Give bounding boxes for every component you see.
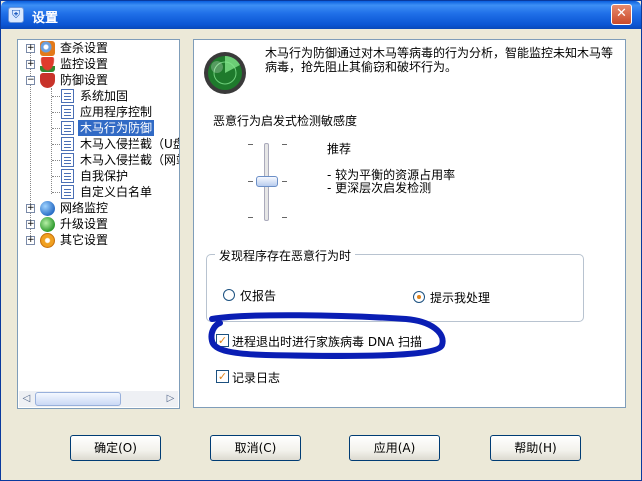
tree-item-trojan-behavior[interactable]: 木马行为防御	[18, 120, 178, 136]
gear-icon	[40, 233, 55, 248]
radar-icon	[204, 52, 246, 94]
tree-item-scan-settings[interactable]: + 查杀设置	[18, 40, 178, 56]
action-groupbox: 发现程序存在恶意行为时 仅报告 提示我处理	[206, 247, 584, 322]
dna-scan-checkbox[interactable]: ✓	[216, 334, 229, 347]
settings-tree: + 查杀设置 + 监控设置 − 防御设置 系统加固 应用程序控制 木马行为防御 …	[17, 39, 180, 409]
report-only-label[interactable]: 仅报告	[240, 287, 276, 304]
expand-icon[interactable]: +	[26, 44, 35, 53]
feature-description: 木马行为防御通过对木马等病毒的行为分析，智能监控未知木马等病毒，抢先阻止其偷窃和…	[265, 46, 614, 74]
document-icon	[61, 105, 74, 119]
slider-tick	[248, 181, 253, 182]
tree-line	[52, 128, 60, 129]
collapse-icon[interactable]: −	[26, 76, 35, 85]
document-icon	[61, 121, 74, 135]
slider-tick	[248, 144, 253, 145]
umbrella-icon	[40, 57, 55, 72]
trojan-behavior-panel: 木马行为防御通过对木马等病毒的行为分析，智能监控未知木马等病毒，抢先阻止其偷窃和…	[193, 39, 626, 408]
tree-item-monitor-settings[interactable]: + 监控设置	[18, 56, 178, 72]
slider-tick	[248, 217, 253, 218]
prompt-me-radio[interactable]	[413, 291, 425, 303]
tree-item-usb-intercept[interactable]: 木马入侵拦截（U盘	[18, 136, 179, 152]
scroll-right-arrow-icon[interactable]: ▷	[163, 391, 178, 407]
scan-icon	[40, 41, 55, 56]
tree-item-network-monitor[interactable]: + 网络监控	[18, 200, 178, 216]
expand-icon[interactable]: +	[26, 220, 35, 229]
title-bar[interactable]: ⛨ 设置 ✕	[1, 1, 641, 29]
sensitivity-level-name: 推荐	[327, 142, 352, 156]
tree-line	[52, 96, 60, 97]
tree-line	[52, 192, 60, 193]
settings-window: ⛨ 设置 ✕ + 查杀设置 + 监控设置 − 防御设置 系统加固 应用程序控制 …	[0, 0, 642, 481]
tree-line	[52, 160, 60, 161]
tree-item-app-control[interactable]: 应用程序控制	[18, 104, 178, 120]
help-button[interactable]: 帮助(H)	[490, 435, 581, 461]
document-icon	[61, 185, 74, 199]
tree-item-update-settings[interactable]: + 升级设置	[18, 216, 178, 232]
slider-tick	[282, 144, 287, 145]
record-log-label[interactable]: 记录日志	[232, 369, 280, 386]
slider-tick	[282, 217, 287, 218]
document-icon	[61, 153, 74, 167]
groupbox-title: 发现程序存在恶意行为时	[215, 247, 356, 264]
tree-item-defense-settings[interactable]: − 防御设置	[18, 72, 178, 88]
document-icon	[61, 137, 74, 151]
shield-icon	[40, 73, 55, 88]
tree-item-whitelist[interactable]: 自定义白名单	[18, 184, 178, 200]
expand-icon[interactable]: +	[26, 60, 35, 69]
document-icon	[61, 169, 74, 183]
tree-item-system-hardening[interactable]: 系统加固	[18, 88, 178, 104]
sensitivity-level-desc: - 更深层次启发检测	[327, 181, 432, 195]
update-icon	[40, 217, 55, 232]
tree-item-self-protection[interactable]: 自我保护	[18, 168, 178, 184]
scroll-left-arrow-icon[interactable]: ◁	[19, 391, 34, 407]
dna-scan-label[interactable]: 进程退出时进行家族病毒 DNA 扫描	[232, 333, 422, 350]
close-button[interactable]: ✕	[611, 4, 632, 25]
ok-button[interactable]: 确定(O)	[70, 435, 161, 461]
scrollbar-thumb[interactable]	[35, 392, 121, 406]
prompt-me-label[interactable]: 提示我处理	[430, 289, 490, 306]
tree-line	[52, 176, 60, 177]
window-title: 设置	[32, 11, 59, 26]
slider-tick	[282, 181, 287, 182]
sensitivity-title: 恶意行为启发式检测敏感度	[213, 114, 358, 128]
tree-item-web-intercept[interactable]: 木马入侵拦截（网站	[18, 152, 179, 168]
expand-icon[interactable]: +	[26, 204, 35, 213]
tree-horizontal-scrollbar[interactable]: ◁ ▷	[19, 391, 178, 407]
tree-line	[52, 144, 60, 145]
expand-icon[interactable]: +	[26, 236, 35, 245]
app-shield-icon: ⛨	[8, 7, 24, 23]
globe-icon	[40, 201, 55, 216]
sensitivity-slider-thumb[interactable]	[256, 176, 278, 187]
report-only-radio[interactable]	[223, 289, 235, 301]
apply-button[interactable]: 应用(A)	[349, 435, 440, 461]
cancel-button[interactable]: 取消(C)	[210, 435, 301, 461]
record-log-checkbox[interactable]: ✓	[216, 370, 229, 383]
tree-item-other-settings[interactable]: + 其它设置	[18, 232, 178, 248]
document-icon	[61, 89, 74, 103]
tree-line	[52, 112, 60, 113]
